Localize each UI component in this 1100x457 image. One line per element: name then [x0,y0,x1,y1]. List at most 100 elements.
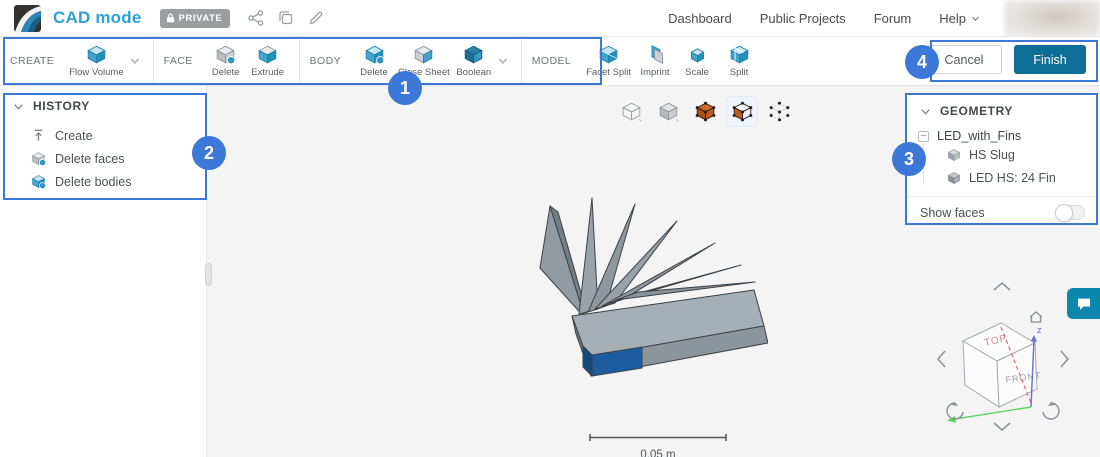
z-axis-label: z [1037,325,1042,335]
chevron-down-icon [920,106,931,117]
heat-sink-model[interactable] [488,176,768,406]
show-faces-row: Show faces [918,197,1087,220]
cube-delete-icon [31,151,46,166]
nav-public-projects[interactable]: Public Projects [760,11,846,26]
toolbar-group-create: CREATE Flow Volume [0,37,153,85]
solid-cube-icon [658,101,679,122]
roll-cw-icon [1043,402,1059,419]
history-item-create[interactable]: Create [0,124,206,147]
cancel-button[interactable]: Cancel [926,45,1002,74]
geometry-panel-header[interactable]: GEOMETRY [918,104,1087,118]
edit-pencil-icon[interactable] [308,10,324,26]
y-axis-line [949,407,1031,420]
history-item-delete-bodies[interactable]: Delete bodies [0,170,206,193]
privacy-badge: PRIVATE [160,9,231,28]
page-title: CAD mode [53,8,142,28]
finish-button[interactable]: Finish [1014,45,1086,74]
cube-sheet-icon [413,44,434,65]
render-mode-toolbar [616,97,794,126]
render-mode-shaded[interactable] [653,97,683,126]
scale-label: 0.05 m [585,449,731,457]
history-item-delete-faces[interactable]: Delete faces [0,147,206,170]
cube-gray-icon [947,171,961,185]
rotate-right-chevron [1061,351,1068,367]
z-axis-arrowhead [1031,335,1037,342]
duplicate-icon[interactable] [278,10,294,26]
collapse-expander-icon[interactable]: – [918,131,929,142]
cube-edges-icon [732,101,753,122]
group-label: BODY [310,55,341,67]
cube-boolean-icon [463,44,484,65]
render-mode-shaded-edges[interactable] [727,97,757,126]
geometry-root-node[interactable]: – LED_with_Fins [918,129,1087,143]
tool-split[interactable]: Split [718,42,760,80]
tool-flow-volume[interactable]: Flow Volume [66,42,126,80]
history-panel: HISTORY Create Delete faces Delete bodie… [0,86,207,457]
project-actions [248,10,324,26]
scale-bar: 0.05 m [585,429,731,457]
tool-imprint[interactable]: Imprint [634,42,676,80]
group-label: FACE [164,55,193,67]
cube-delete-icon [215,44,236,65]
render-mode-wireframe[interactable] [616,97,646,126]
scale-ruler [588,433,728,442]
tool-scale[interactable]: Scale [676,42,718,80]
history-list: Create Delete faces Delete bodies [0,124,206,193]
view-cube-navigator[interactable]: TOP FRONT z [933,279,1073,434]
render-mode-vertices[interactable] [764,97,794,126]
tool-face-extrude[interactable]: Extrude [247,42,289,80]
geometry-panel: GEOMETRY – LED_with_Fins HS Slug LED HS:… [907,95,1098,223]
chat-bubble-icon [1076,296,1092,312]
render-mode-solid-vertices[interactable] [690,97,720,126]
cube-delete-icon [364,44,385,65]
top-nav: Dashboard Public Projects Forum Help [668,11,980,26]
cube-small-icon [687,44,708,65]
panel-collapse-handle[interactable] [205,263,212,286]
wireframe-cube-icon [621,101,642,122]
orange-cube-icon [695,101,716,122]
chevron-down-icon [13,101,24,112]
lock-icon [166,13,175,23]
home-icon [1030,312,1042,322]
cube-icon [86,44,107,65]
group-label: MODEL [532,55,571,67]
group-label: CREATE [10,55,54,67]
tree-guide-line [923,141,924,185]
cube-split-icon [729,44,750,65]
toggle-knob [1055,204,1073,222]
rotate-up-chevron [994,283,1010,290]
show-faces-toggle[interactable] [1055,205,1085,220]
support-chat-button[interactable] [1067,288,1100,319]
toolbar-group-model: MODEL Facet Split Imprint Scale Split [521,37,770,85]
share-icon[interactable] [248,10,264,26]
cube-icon [257,44,278,65]
tool-boolean[interactable]: Boolean [453,42,495,80]
nav-dashboard[interactable]: Dashboard [668,11,732,26]
geometry-node-hs-slug[interactable]: HS Slug [918,143,1087,166]
toolbar-group-body: BODY Delete Close Sheet Boolean [299,37,521,85]
finish-controls: Cancel Finish [926,45,1086,74]
rotate-left-chevron [938,351,945,367]
toolbar-group-face: FACE Delete Extrude [153,37,299,85]
nav-forum[interactable]: Forum [874,11,912,26]
geometry-node-led-hs-24-fin[interactable]: LED HS: 24 Fin [918,166,1087,189]
fin [540,206,585,318]
history-panel-header[interactable]: HISTORY [0,99,206,113]
chevron-down-icon[interactable] [129,55,141,67]
cube-gray-icon [947,148,961,162]
cube-delete-icon [31,174,46,189]
vertices-cube-icon [769,101,790,122]
user-account-blurred[interactable] [1004,0,1100,37]
tool-body-delete[interactable]: Delete [353,42,395,80]
cad-app-window: CAD mode PRIVATE Dashboard Public Projec… [0,0,1100,457]
cube-sheet-icon [645,44,666,65]
nav-help[interactable]: Help [939,11,980,26]
simscale-logo[interactable] [14,5,41,32]
chevron-down-icon[interactable] [497,55,509,67]
chevron-down-icon [971,14,980,23]
tool-face-delete[interactable]: Delete [205,42,247,80]
tool-close-sheet[interactable]: Close Sheet [395,42,453,80]
top-bar: CAD mode PRIVATE Dashboard Public Projec… [0,0,1100,37]
tool-facet-split[interactable]: Facet Split [583,42,634,80]
cube-icon [598,44,619,65]
